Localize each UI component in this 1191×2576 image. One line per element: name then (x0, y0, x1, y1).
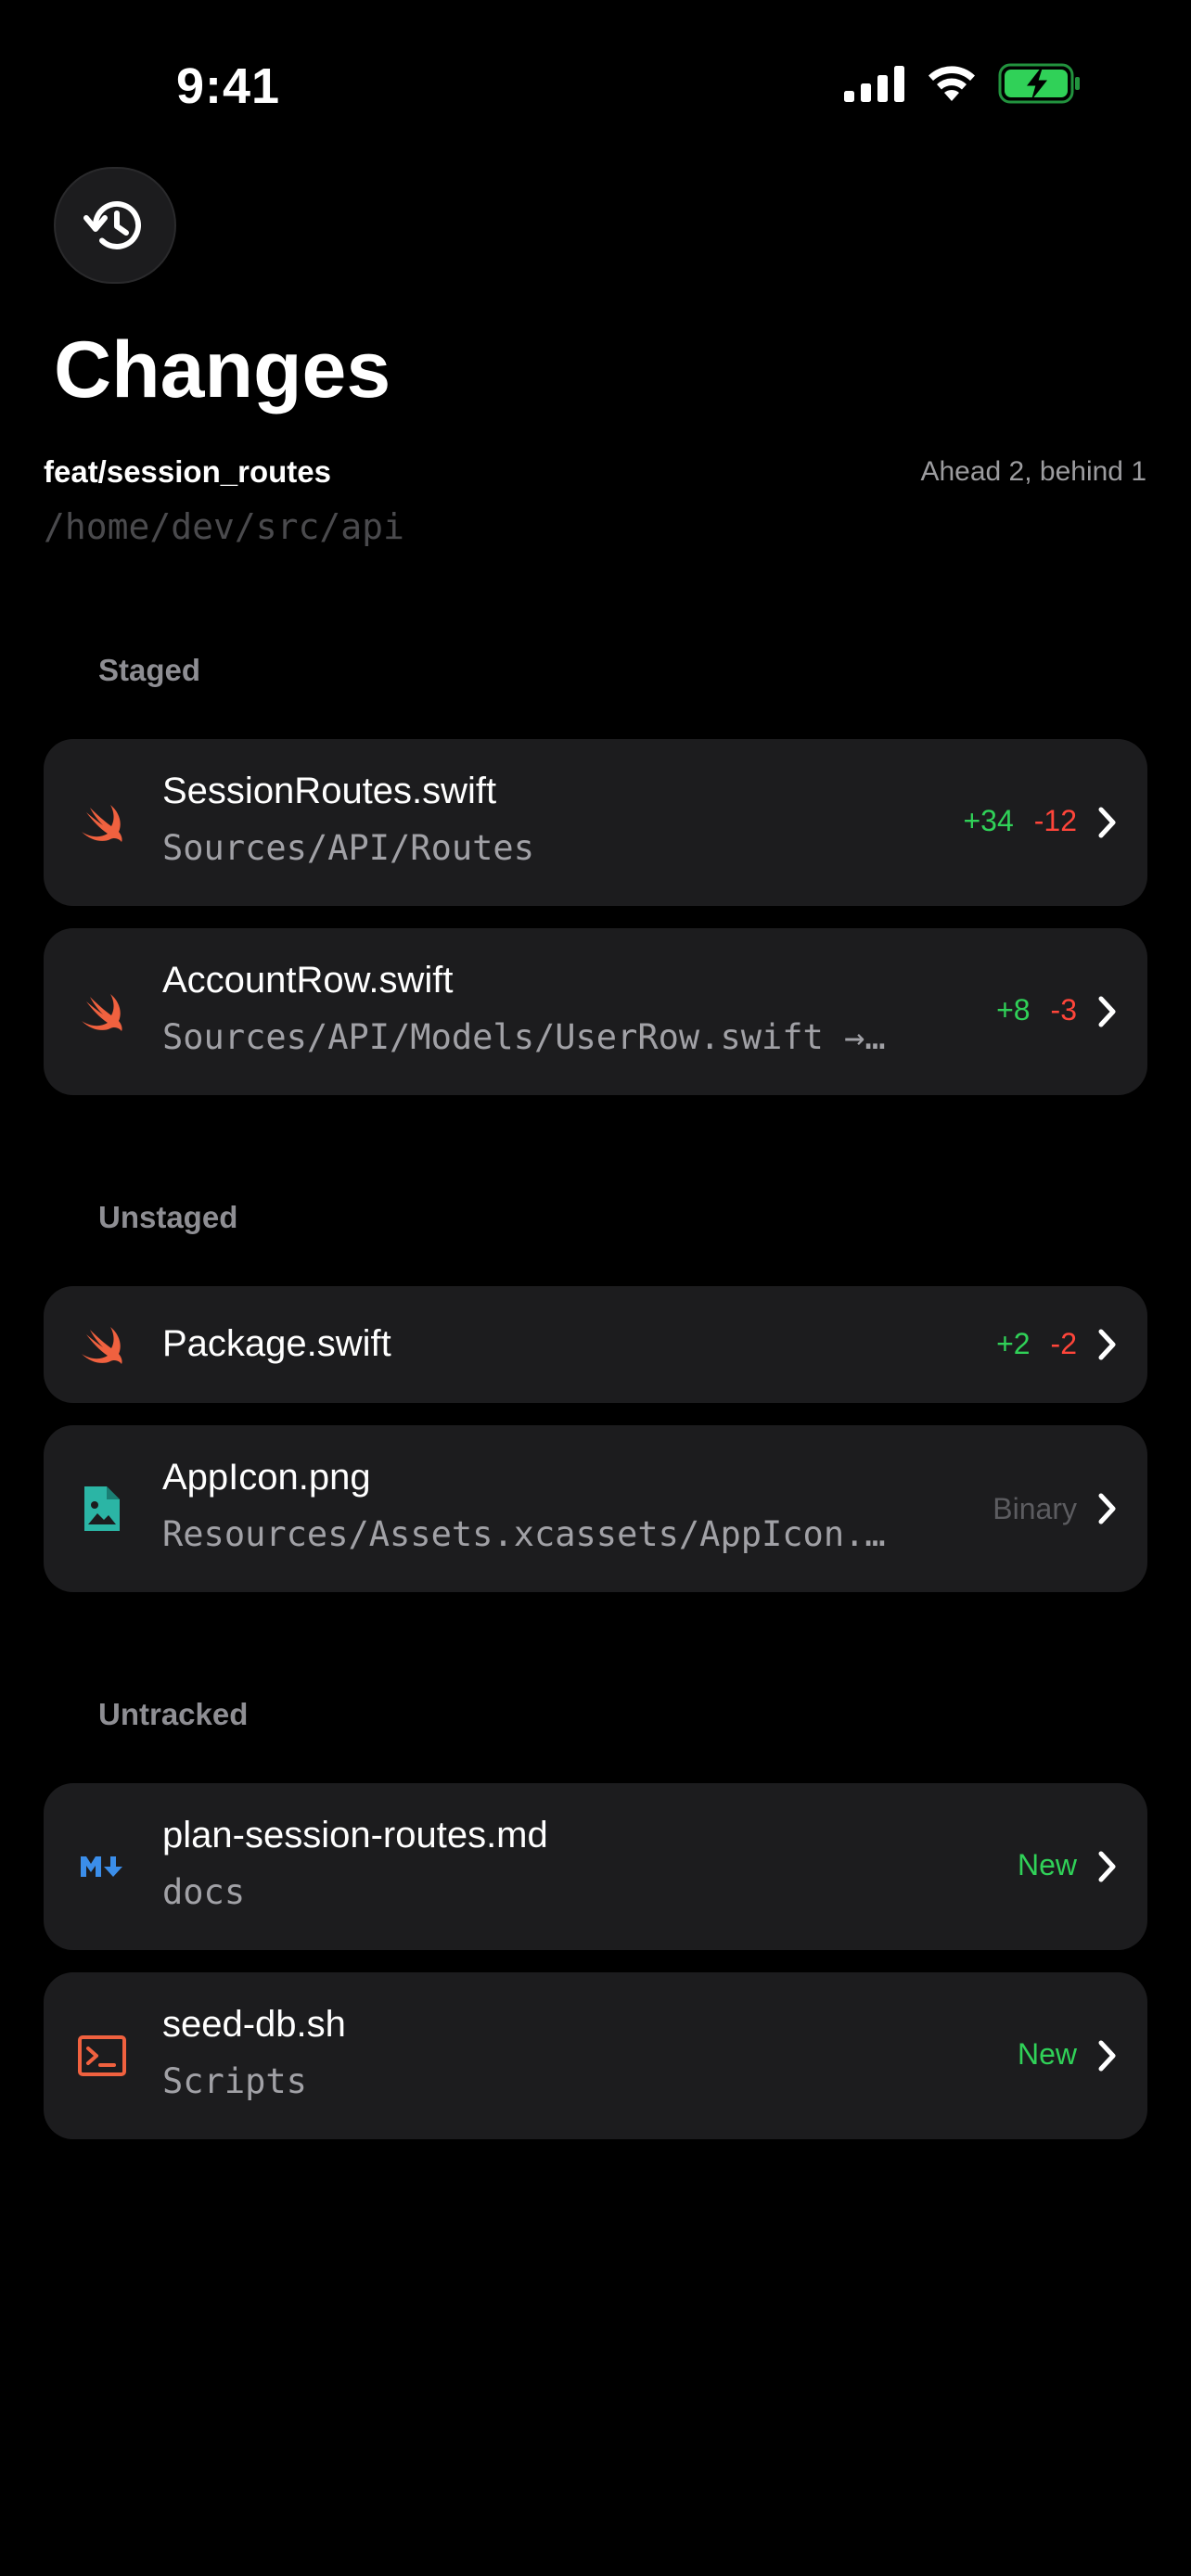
markdown-icon (81, 1856, 122, 1877)
swift-icon (82, 1327, 122, 1364)
battery-charging-icon (998, 63, 1080, 104)
deletions-count: -3 (1050, 993, 1077, 1027)
history-icon (83, 200, 141, 249)
diff-stats: +34 -12 (963, 804, 1077, 838)
chevron-right-icon (1098, 1851, 1116, 1882)
file-name: plan-session-routes.md (162, 1815, 548, 1855)
status-time: 9:41 (176, 58, 281, 114)
branch-name: feat/session_routes (44, 454, 331, 489)
file-name: SessionRoutes.swift (162, 771, 497, 811)
file-status: New (1018, 2037, 1077, 2072)
diff-stats: +2 -2 (996, 1327, 1077, 1361)
page-title: Changes (54, 325, 391, 414)
file-path: Sources/API/Routes (162, 828, 534, 868)
new-badge: New (1017, 1848, 1077, 1881)
file-row-plan-md[interactable]: plan-session-routes.md docs New (44, 1783, 1147, 1950)
file-status: Binary (992, 1492, 1077, 1526)
chevron-right-icon (1098, 996, 1116, 1027)
section-title-staged: Staged (98, 653, 201, 687)
file-name: seed-db.sh (162, 2004, 346, 2045)
new-badge: New (1017, 2037, 1077, 2071)
file-name: AppIcon.png (162, 1457, 371, 1498)
file-path: Scripts (162, 2061, 307, 2101)
file-path: docs (162, 1872, 246, 1912)
section-title-unstaged: Unstaged (98, 1200, 238, 1234)
file-row-session-routes[interactable]: SessionRoutes.swift Sources/API/Routes +… (44, 739, 1147, 906)
file-name: AccountRow.swift (162, 960, 454, 1001)
repo-path: /home/dev/src/api (44, 506, 404, 547)
file-row-account-row[interactable]: AccountRow.swift Sources/API/Models/User… (44, 928, 1147, 1095)
history-button[interactable] (54, 167, 176, 284)
section-title-untracked: Untracked (98, 1697, 249, 1731)
file-name: Package.swift (162, 1323, 391, 1364)
chevron-right-icon (1098, 1329, 1116, 1360)
ahead-behind-status: Ahead 2, behind 1 (920, 456, 1146, 487)
deletions-count: -12 (1033, 804, 1077, 837)
status-bar: 9:41 (0, 0, 1191, 176)
swift-icon (82, 805, 122, 842)
status-icons (844, 63, 1082, 104)
cellular-signal-icon (844, 66, 904, 102)
binary-label: Binary (992, 1492, 1077, 1525)
chevron-right-icon (1098, 1493, 1116, 1524)
diff-stats: +8 -3 (996, 993, 1077, 1027)
file-status: New (1018, 1848, 1077, 1882)
file-row-appicon[interactable]: AppIcon.png Resources/Assets.xcassets/Ap… (44, 1425, 1147, 1592)
file-row-seed-db[interactable]: seed-db.sh Scripts New (44, 1972, 1147, 2139)
additions-count: +2 (996, 1327, 1031, 1360)
additions-count: +8 (996, 993, 1031, 1027)
chevron-right-icon (1098, 2040, 1116, 2072)
file-row-package[interactable]: Package.swift +2 -2 (44, 1286, 1147, 1403)
file-path: Sources/API/Models/UserRow.swift →… (162, 1017, 886, 1057)
additions-count: +34 (963, 804, 1014, 837)
wifi-icon (928, 66, 975, 101)
file-path: Resources/Assets.xcassets/AppIcon.… (162, 1514, 886, 1554)
deletions-count: -2 (1050, 1327, 1077, 1360)
terminal-icon (78, 2035, 126, 2076)
chevron-right-icon (1098, 807, 1116, 838)
swift-icon (82, 994, 122, 1031)
image-file-icon (84, 1486, 120, 1531)
